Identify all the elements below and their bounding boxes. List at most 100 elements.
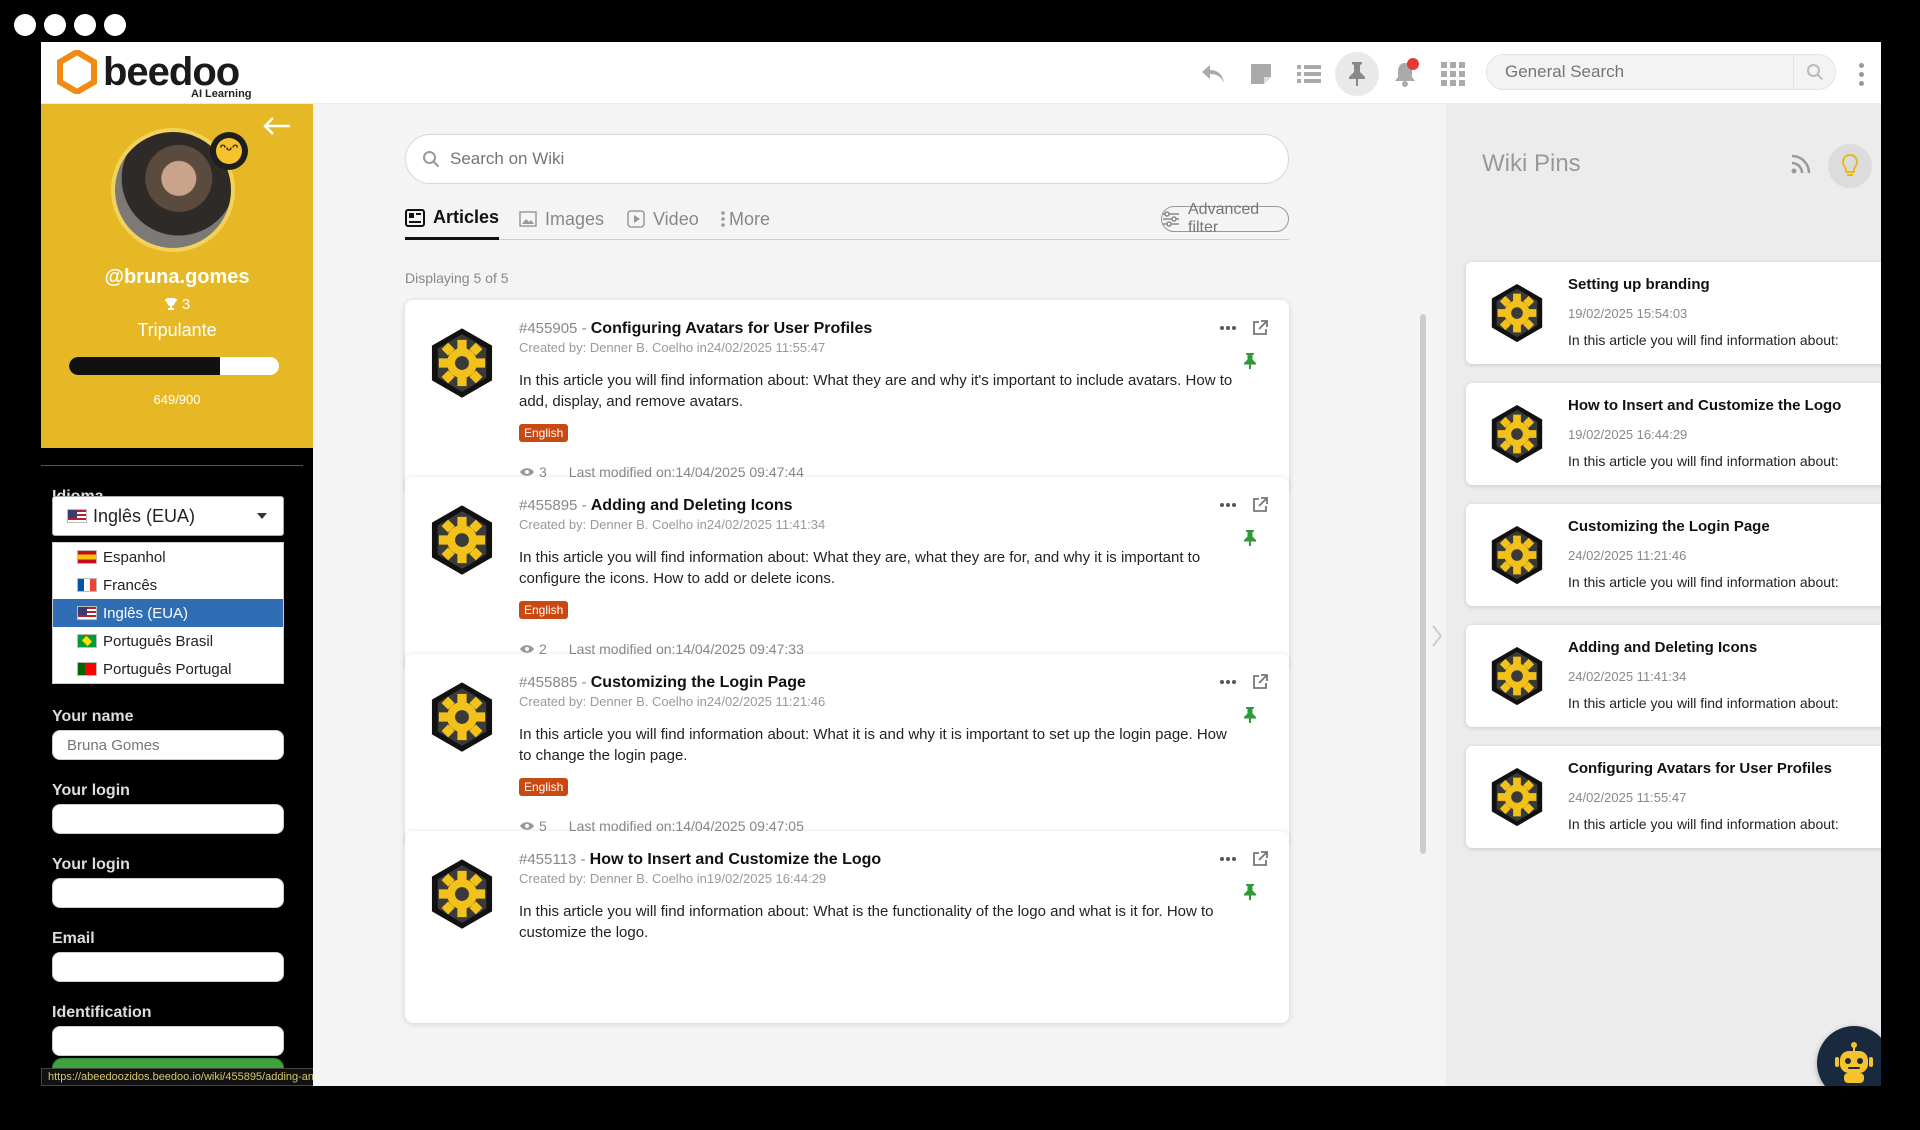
identification-input[interactable] (52, 1026, 284, 1056)
language-option-us[interactable]: Inglês (EUA) (53, 599, 283, 627)
more-horizontal-icon[interactable] (1220, 856, 1236, 862)
more-horizontal-icon[interactable] (1220, 325, 1236, 331)
bell-icon[interactable] (1383, 52, 1427, 96)
tab-more[interactable]: More (721, 198, 770, 240)
more-horizontal-icon[interactable] (1220, 679, 1236, 685)
pin-card[interactable]: Configuring Avatars for User Profiles 24/… (1466, 746, 1881, 848)
pin-description: In this article you will find informatio… (1568, 332, 1839, 348)
pin-card[interactable]: Setting up branding 19/02/2025 15:54:03 In… (1466, 262, 1881, 364)
article-title[interactable]: Adding and Deleting Icons (591, 497, 793, 514)
top-bar: beedoo AI Learning (41, 42, 1881, 104)
arrow-left-icon[interactable] (263, 116, 291, 136)
tab-articles[interactable]: Articles (405, 198, 500, 240)
mood-emoji-icon[interactable]: ᵔᵕᵔ (210, 132, 248, 170)
external-link-icon[interactable] (1252, 851, 1268, 867)
language-option-es[interactable]: Espanhol (53, 543, 283, 571)
article-header: #455885 - Customizing the Login Page (519, 674, 806, 691)
pin-date: 19/02/2025 16:44:29 (1568, 427, 1688, 442)
pin-card[interactable]: How to Insert and Customize the Logo 19/0… (1466, 383, 1881, 485)
language-option-label: Inglês (EUA) (103, 604, 189, 622)
external-link-icon[interactable] (1252, 497, 1268, 513)
rss-icon[interactable] (1791, 154, 1811, 174)
pin-description: In this article you will find informatio… (1568, 816, 1839, 832)
pin-date: 19/02/2025 15:54:03 (1568, 306, 1688, 321)
scrollbar[interactable] (1420, 314, 1426, 854)
pin-icon[interactable] (1243, 883, 1257, 901)
article-id: #455905 (519, 320, 578, 337)
logo-text: beedoo (103, 50, 240, 94)
language-dropdown: Espanhol Francês Inglês (EUA) Português Bra… (52, 542, 284, 684)
window-close-button[interactable] (14, 14, 36, 36)
tab-label: Video (653, 208, 699, 229)
gear-icon (1491, 283, 1543, 343)
general-search (1486, 54, 1836, 90)
window-fullscreen-button[interactable] (104, 14, 126, 36)
general-search-input[interactable] (1487, 62, 1787, 82)
name-input[interactable] (52, 730, 284, 760)
email-label: Email (52, 930, 95, 947)
language-option-br[interactable]: Português Brasil (53, 627, 283, 655)
general-search-button[interactable] (1793, 55, 1835, 89)
pin-icon[interactable] (1243, 529, 1257, 547)
pin-card[interactable]: Customizing the Login Page 24/02/2025 11:… (1466, 504, 1881, 606)
language-option-fr[interactable]: Francês (53, 571, 283, 599)
robot-icon (1835, 1042, 1873, 1083)
logo-subtitle: AI Learning (191, 88, 252, 100)
article-title[interactable]: Customizing the Login Page (591, 674, 806, 691)
window-minimize-button[interactable] (44, 14, 66, 36)
lightbulb-button[interactable] (1828, 144, 1872, 188)
apps-grid-icon[interactable] (1431, 52, 1475, 96)
tab-label: Images (545, 208, 605, 229)
advanced-filter-label: Advanced filter (1188, 201, 1260, 236)
article-created: Created by: Denner B. Coelho in19/02/202… (519, 871, 827, 886)
gear-icon (1491, 525, 1543, 585)
pin-icon[interactable] (1243, 706, 1257, 724)
list-icon[interactable] (1287, 52, 1331, 96)
rank-label: Tripulante (137, 320, 217, 340)
xp-progress-bar (69, 357, 279, 375)
email-field[interactable] (52, 952, 284, 982)
article-card[interactable]: #455885 - Customizing the Login Page Crea… (405, 654, 1289, 846)
wiki-search-input[interactable] (450, 149, 1250, 169)
login-label: Your login (52, 782, 130, 799)
caret-down-icon (257, 513, 267, 519)
article-header: #455895 - Adding and Deleting Icons (519, 497, 793, 514)
article-card[interactable]: #455905 - Configuring Avatars for User P… (405, 300, 1289, 492)
article-description: In this article you will find informatio… (519, 903, 1214, 941)
more-menu-icon[interactable] (1851, 56, 1871, 92)
language-option-label: Português Brasil (103, 632, 214, 650)
article-description: In this article you will find informatio… (519, 549, 1201, 587)
lightbulb-icon (1842, 154, 1858, 176)
article-header: #455905 - Configuring Avatars for User P… (519, 320, 873, 337)
pin-icon[interactable] (1335, 52, 1379, 96)
reply-icon[interactable] (1191, 52, 1235, 96)
flag-br-icon (77, 634, 97, 648)
advanced-filter-button[interactable]: Advanced filter (1161, 201, 1289, 236)
pin-card[interactable]: Adding and Deleting Icons 24/02/2025 11:4… (1466, 625, 1881, 727)
article-card[interactable]: #455895 - Adding and Deleting Icons Creat… (405, 477, 1289, 669)
login-input[interactable] (52, 804, 284, 834)
login-input-2[interactable] (52, 878, 284, 908)
language-select[interactable]: Inglês (EUA) (52, 496, 284, 536)
language-option-pt[interactable]: Português Portugal (53, 655, 283, 683)
article-card[interactable]: #455113 - How to Insert and Customize th… (405, 831, 1289, 1023)
gear-icon (431, 682, 493, 752)
external-link-icon[interactable] (1252, 674, 1268, 690)
chevron-right-icon[interactable] (1431, 624, 1443, 648)
tab-video[interactable]: Video (627, 198, 699, 240)
gear-icon (1491, 404, 1543, 464)
window-maximize-button[interactable] (74, 14, 96, 36)
article-created: Created by: Denner B. Coelho in24/02/202… (519, 340, 826, 355)
external-link-icon[interactable] (1252, 320, 1268, 336)
sticky-note-icon[interactable] (1239, 52, 1283, 96)
article-id: #455885 (519, 674, 578, 691)
profile-card: ᵔᵕᵔ @bruna.gomes 3 Tripulante 649/900 (41, 104, 313, 448)
results-count: Displaying 5 of 5 (405, 270, 509, 286)
pin-icon[interactable] (1243, 352, 1257, 370)
more-horizontal-icon[interactable] (1220, 502, 1236, 508)
article-id: #455895 (519, 497, 578, 514)
tab-images[interactable]: Images (519, 198, 604, 240)
pin-date: 24/02/2025 11:55:47 (1568, 790, 1687, 805)
article-title[interactable]: Configuring Avatars for User Profiles (591, 320, 873, 337)
article-title[interactable]: How to Insert and Customize the Logo (590, 851, 882, 868)
